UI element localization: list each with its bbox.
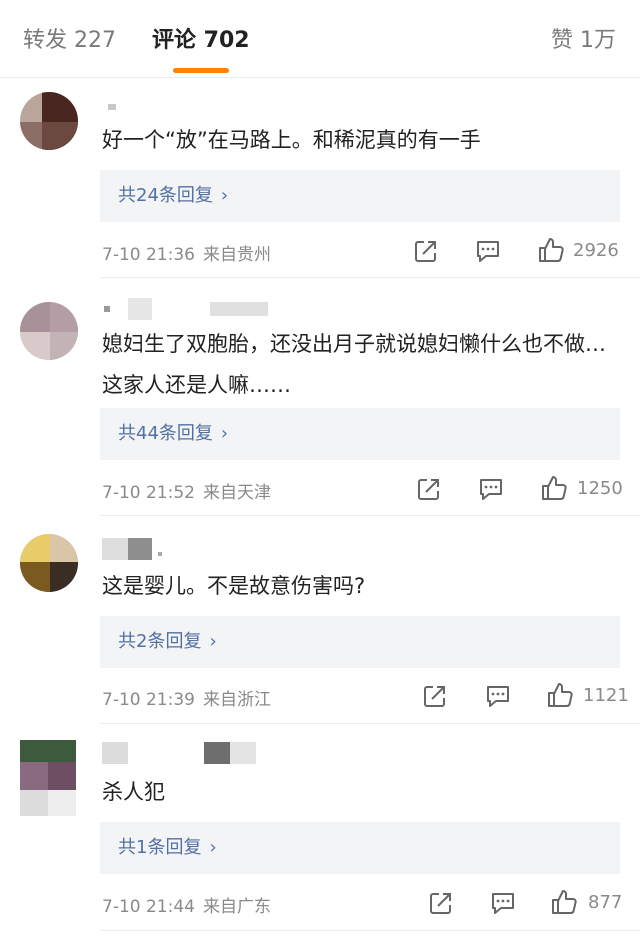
replies-count: 共24条回复 [118,185,213,206]
replies-link[interactable]: 共44条回复 › [100,408,620,460]
avatar[interactable] [20,534,78,592]
replies-link[interactable]: 共1条回复 › [100,822,620,874]
chevron-right-icon: › [220,185,229,206]
chevron-right-icon: › [209,631,217,652]
tab-likes[interactable]: 赞 1万 [551,26,616,56]
like-count: 1121 [583,685,629,706]
avatar[interactable] [20,740,76,816]
comment-location: 来自天津 [202,483,271,503]
active-tab-indicator [173,68,229,73]
comment-bubble-icon[interactable] [475,238,501,264]
comment-time: 7-10 21:44 [102,897,195,917]
chevron-right-icon: › [209,837,217,858]
comment-meta: 7-10 21:36 来自贵州 [102,240,271,265]
comment-meta: 7-10 21:44 来自广东 [102,892,271,917]
replies-count: 共1条回复 [118,837,202,858]
comment-item: 这是婴儿。不是故意伤害吗? 共2条回复 › 7-10 21:39 来自浙江 1121 [0,516,640,724]
comment-time: 7-10 21:52 [102,483,195,503]
replies-link[interactable]: 共24条回复 › [100,170,620,222]
comment-item: 好一个“放”在马路上。和稀泥真的有一手 共24条回复 › 7-10 21:36 来自… [0,78,640,278]
replies-count: 共2条回复 [118,631,202,652]
share-square-icon[interactable] [428,890,454,916]
thumbs-up-icon[interactable] [537,236,565,264]
thumbs-up-icon[interactable] [546,681,574,709]
comment-location: 来自浙江 [202,690,271,710]
comment-bubble-icon[interactable] [490,890,516,916]
comment-location: 来自广东 [202,897,271,917]
thumbs-up-icon[interactable] [540,474,568,502]
replies-link[interactable]: 共2条回复 › [100,616,620,668]
comment-location: 来自贵州 [202,245,271,265]
comment-time: 7-10 21:39 [102,690,195,710]
comment-divider [100,930,640,931]
comment-bubble-icon[interactable] [478,476,504,502]
replies-count: 共44条回复 [118,423,213,444]
avatar[interactable] [20,92,78,150]
share-square-icon[interactable] [422,683,448,709]
comment-item: 杀人犯 共1条回复 › 7-10 21:44 来自广东 877 [0,724,640,942]
comment-meta: 7-10 21:52 来自天津 [102,478,271,503]
comment-item: 媳妇生了双胞胎，还没出月子就说媳妇懒什么也不做…这家人还是人嘛…… 共44条回复… [0,278,640,516]
comment-text: 好一个“放”在马路上。和稀泥真的有一手 [102,128,481,152]
like-count: 2926 [573,240,619,261]
comment-meta: 7-10 21:39 来自浙江 [102,685,271,710]
comment-time: 7-10 21:36 [102,245,195,265]
tab-reposts[interactable]: 转发 227 [23,26,116,56]
tab-comments[interactable]: 评论 702 [152,26,250,56]
share-square-icon[interactable] [416,476,442,502]
avatar[interactable] [20,302,78,360]
thumbs-up-icon[interactable] [550,888,578,916]
comment-text: 媳妇生了双胞胎，还没出月子就说媳妇懒什么也不做…这家人还是人嘛…… [102,332,606,397]
comment-text: 这是婴儿。不是故意伤害吗? [102,574,366,598]
comment-text: 杀人犯 [102,780,165,804]
like-count: 1250 [577,478,623,499]
like-count: 877 [588,892,623,913]
share-square-icon[interactable] [413,238,439,264]
comment-tabs: 转发 227 评论 702 赞 1万 [0,0,640,78]
chevron-right-icon: › [220,423,229,444]
comment-bubble-icon[interactable] [485,683,511,709]
